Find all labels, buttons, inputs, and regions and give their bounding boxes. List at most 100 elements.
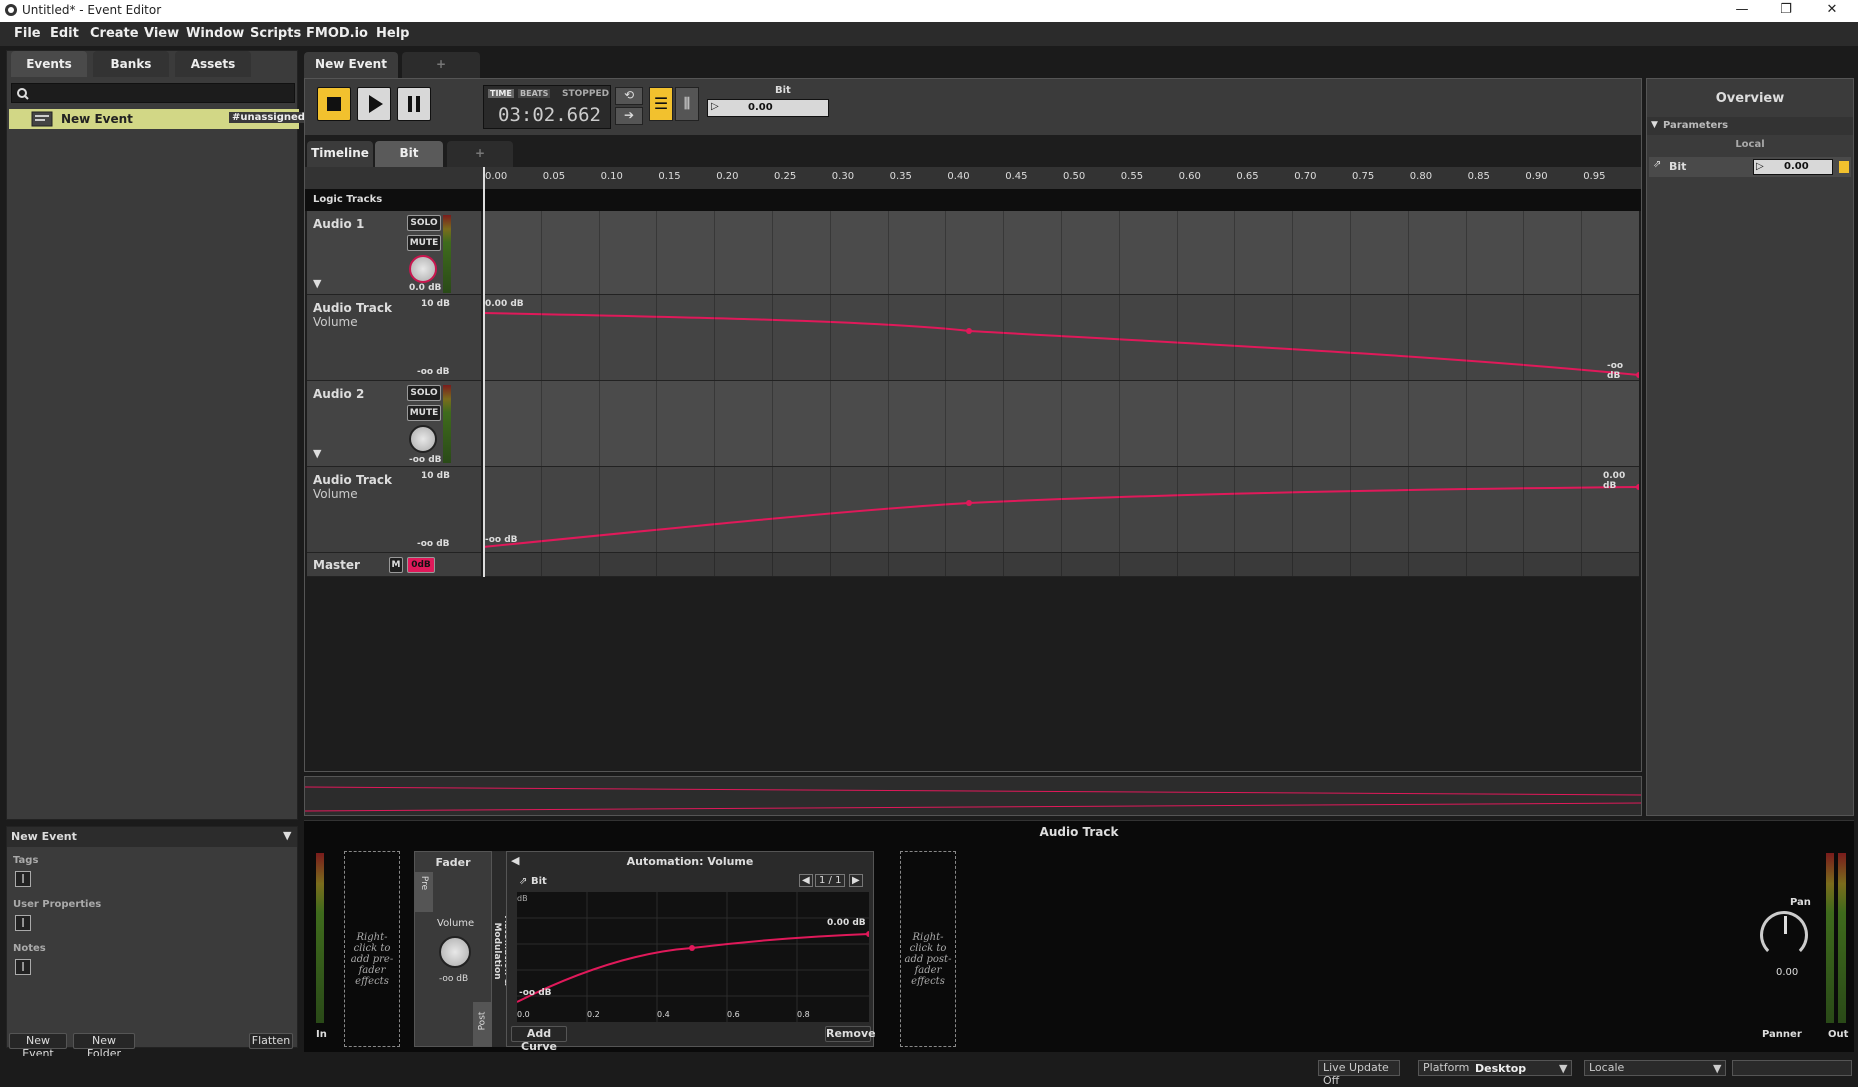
local-param-row[interactable]: ⇗ Bit ▷ 0.00: [1649, 157, 1851, 177]
tab-events[interactable]: Events: [11, 51, 87, 77]
grid-line: [598, 295, 600, 380]
grid-line: [887, 467, 889, 552]
follow-button[interactable]: ➔: [615, 107, 643, 125]
flatten-button[interactable]: Flatten: [249, 1033, 293, 1049]
expand-icon[interactable]: ▼: [313, 447, 321, 460]
list-view-button[interactable]: ☰: [649, 87, 673, 121]
menu-create[interactable]: Create: [90, 26, 139, 41]
ruler-tick: 0.65: [1236, 171, 1259, 182]
menu-help[interactable]: Help: [376, 26, 409, 41]
add-event-tab-button[interactable]: +: [402, 52, 480, 78]
overview-strip[interactable]: [304, 776, 1642, 816]
param-value-field[interactable]: ▷ 0.00: [707, 99, 829, 117]
playback-state: STOPPED: [562, 89, 610, 99]
ruler-tick: 0.55: [1120, 171, 1144, 182]
automation-track-name: Audio Track: [313, 301, 392, 315]
automod-strip[interactable]: Automation & Modulation: [492, 851, 512, 1047]
automation-track-2[interactable]: Audio Track Volume 10 dB -oo dB: [307, 467, 481, 553]
grid-line: [887, 295, 889, 380]
master-volume-field[interactable]: 0dB: [407, 557, 435, 573]
grid-view-button[interactable]: ⫼: [675, 87, 699, 121]
add-note-icon[interactable]: I: [15, 959, 31, 975]
grid-line: [1234, 381, 1236, 466]
menu-window[interactable]: Window: [186, 26, 244, 41]
chevron-down-icon: ▼: [1559, 1062, 1568, 1075]
next-curve-button[interactable]: ▶: [849, 874, 863, 887]
new-folder-button[interactable]: New Folder: [73, 1033, 135, 1060]
menu-edit[interactable]: Edit: [50, 26, 79, 41]
time-display: TIME BEATS STOPPED 03:02.662: [483, 85, 611, 129]
param-value-field[interactable]: ▷ 0.00: [1753, 159, 1833, 175]
pause-button[interactable]: [397, 87, 431, 121]
volume-knob[interactable]: [409, 425, 437, 453]
track-lane-audio-2[interactable]: [483, 381, 1639, 467]
automation-curve-editor[interactable]: [517, 892, 869, 1022]
parameters-section[interactable]: ▼ Parameters: [1647, 117, 1853, 135]
platform-select[interactable]: Platform Desktop ▼: [1418, 1060, 1572, 1076]
loop-button[interactable]: ⟲: [615, 87, 643, 105]
solo-button[interactable]: SOLO: [407, 385, 441, 401]
track-audio-1[interactable]: Audio 1 SOLO MUTE 0.0 dB ▼: [307, 211, 481, 295]
volume-knob[interactable]: [409, 255, 437, 283]
grid-line: [1523, 211, 1525, 294]
restore-button[interactable]: ❐: [1766, 2, 1806, 17]
remove-curve-button[interactable]: Remove: [825, 1026, 876, 1042]
play-button[interactable]: [357, 87, 391, 121]
menu-scripts[interactable]: Scripts: [250, 26, 301, 41]
playhead[interactable]: [483, 167, 485, 577]
automation-module[interactable]: ◀ Automation: Volume ⇗ Bit ◀ 1 / 1 ▶ dB …: [506, 851, 876, 1053]
beats-mode-button[interactable]: BEATS: [518, 89, 551, 98]
x-tick: 0.0: [517, 1010, 530, 1019]
fader-module[interactable]: Fader Pre Volume -oo dB Post: [414, 851, 492, 1047]
status-bar: Live Update Off Platform Desktop ▼ Local…: [0, 1056, 1858, 1087]
collapse-icon[interactable]: ▼: [283, 829, 291, 842]
fader-volume-knob[interactable]: [439, 936, 471, 968]
event-list-item[interactable]: New Event #unassigned: [9, 109, 308, 129]
parameter-ruler[interactable]: 0.00 0.05 0.10 0.15 0.20 0.25 0.30 0.35 0.40 0.45…: [305, 167, 1641, 189]
curve-page-indicator: 1 / 1: [815, 874, 846, 887]
tab-bit[interactable]: Bit: [375, 141, 443, 167]
expand-icon[interactable]: ▼: [313, 277, 321, 290]
pre-fader-effects-slot[interactable]: Right-click to add pre-fader effects: [344, 851, 400, 1047]
add-parameter-tab-button[interactable]: +: [447, 141, 513, 167]
track-audio-2[interactable]: Audio 2 SOLO MUTE -oo dB ▼: [307, 381, 481, 467]
search-input[interactable]: [11, 83, 295, 103]
post-fader-effects-slot[interactable]: Right-click to add post-fader effects: [900, 851, 956, 1047]
stop-icon: [327, 97, 341, 111]
menu-file[interactable]: File: [14, 26, 41, 41]
new-event-button[interactable]: New Event: [9, 1033, 67, 1060]
curve-start-label: -oo dB: [485, 535, 518, 545]
collapse-icon: ▼: [1651, 120, 1658, 130]
grid-line: [1407, 553, 1409, 576]
minimize-button[interactable]: —: [1722, 2, 1762, 17]
grid-line: [1003, 553, 1005, 576]
add-curve-button[interactable]: Add Curve: [511, 1026, 567, 1053]
pan-knob[interactable]: [1760, 911, 1808, 959]
automation-lane-2[interactable]: -oo dB 0.00 dB: [483, 467, 1639, 553]
add-tag-icon[interactable]: I: [15, 871, 31, 887]
tab-new-event[interactable]: New Event: [304, 52, 398, 78]
tab-assets[interactable]: Assets: [175, 51, 251, 77]
transport-bar: TIME BEATS STOPPED 03:02.662 ⟲ ➔ ☰ ⫼ Bit…: [305, 79, 1641, 135]
automation-track-1[interactable]: Audio Track Volume 10 dB -oo dB: [307, 295, 481, 381]
live-update-button[interactable]: Live Update Off: [1318, 1060, 1400, 1087]
close-button[interactable]: ✕: [1812, 2, 1852, 17]
stop-button[interactable]: [317, 87, 351, 121]
master-mute-button[interactable]: M: [389, 557, 403, 573]
tab-banks[interactable]: Banks: [93, 51, 169, 77]
automation-lane-1[interactable]: 0.00 dB -oo dB: [483, 295, 1639, 381]
master-track[interactable]: Master M 0dB: [307, 553, 481, 577]
mute-button[interactable]: MUTE: [407, 405, 441, 421]
solo-button[interactable]: SOLO: [407, 215, 441, 231]
time-mode-button[interactable]: TIME: [488, 89, 514, 98]
menu-fmodio[interactable]: FMOD.io: [306, 26, 368, 41]
prev-curve-button[interactable]: ◀: [799, 874, 813, 887]
arrow-right-icon: ➔: [623, 108, 635, 122]
add-property-icon[interactable]: I: [15, 915, 31, 931]
locale-select[interactable]: Locale ▼: [1584, 1060, 1726, 1076]
mute-button[interactable]: MUTE: [407, 235, 441, 251]
track-lane-audio-1[interactable]: [483, 211, 1639, 295]
menu-view[interactable]: View: [144, 26, 179, 41]
tab-timeline[interactable]: Timeline: [307, 141, 373, 167]
curve-bottom-label: -oo dB: [519, 988, 552, 998]
